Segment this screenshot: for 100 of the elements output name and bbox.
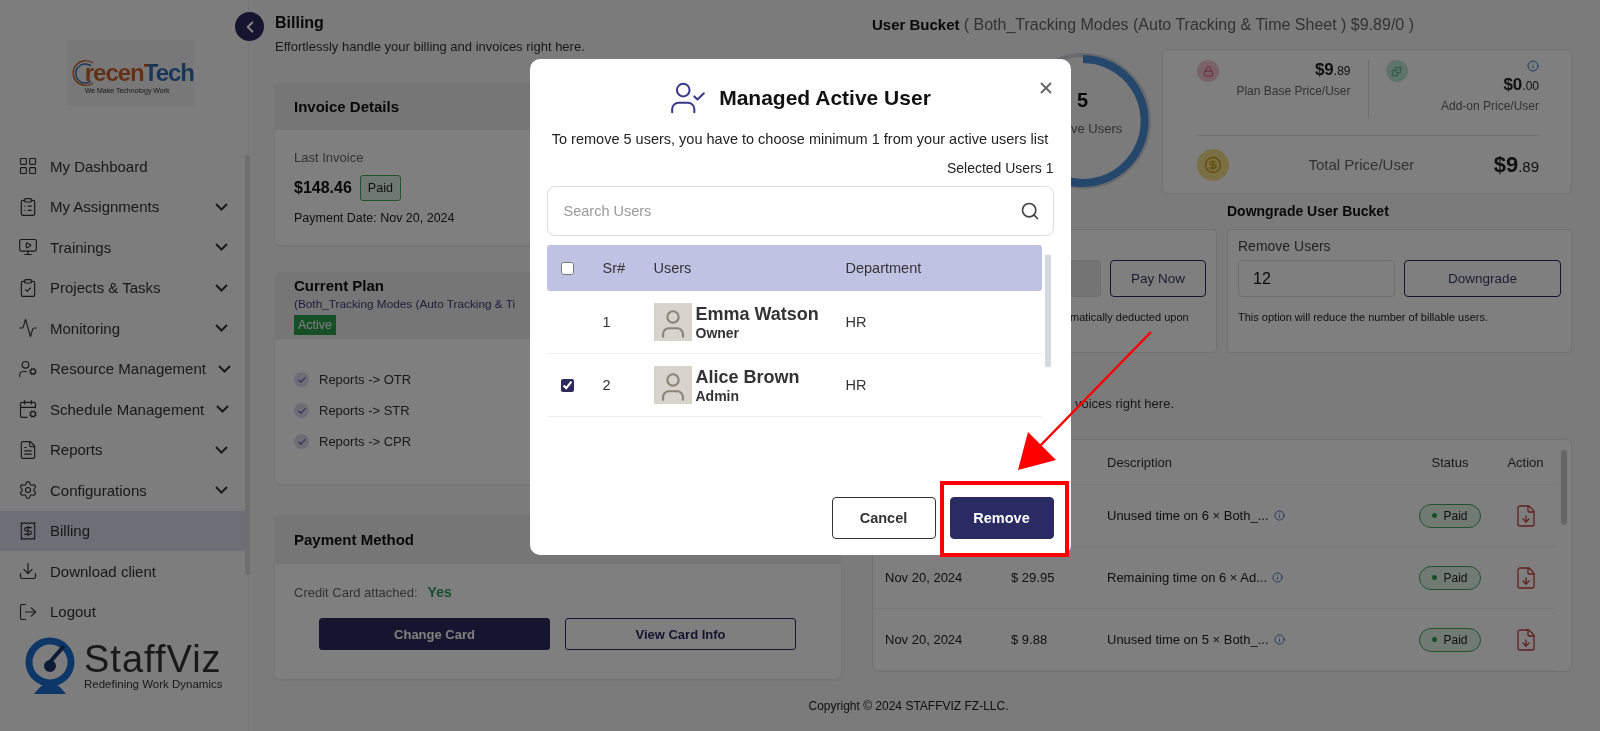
search-field[interactable]: Search Users [546, 186, 1054, 236]
remove-button[interactable]: Remove [949, 497, 1054, 539]
pay-now-button[interactable]: Pay Now [1110, 260, 1206, 297]
status-badge: Active [294, 314, 337, 335]
column-header: Sr# [602, 260, 627, 276]
base-price: $9.89 [1314, 60, 1351, 80]
info-icon [1273, 634, 1285, 645]
user-name: Emma Watson [695, 303, 819, 325]
sidebar-item-label: Projects & Tasks [50, 279, 162, 297]
base-price-label: Plan Base Price/User [1236, 84, 1351, 98]
calendar-gear-icon [18, 399, 38, 420]
sidebar-item-label: Schedule Management [50, 400, 205, 418]
date-cell-text: Nov 20, 2024 [885, 632, 964, 647]
total-price: $9.89 [1493, 151, 1539, 178]
feature-label: Reports -> CPR [319, 434, 412, 449]
description-cell: Unused time on 6 × Both_... [1107, 508, 1269, 523]
bucket-heading: User Bucket ( Both_Tracking Modes (Auto Tracking & Time Sheet ) $9.89/0 ) [872, 16, 1415, 34]
column-header: Description [1107, 454, 1174, 470]
active-users-label: ve Users [1071, 121, 1123, 136]
remove-users-field[interactable]: 12 [1238, 260, 1395, 297]
sidebar-item-label: Trainings [50, 238, 113, 256]
feature-label: Reports -> STR [319, 403, 410, 418]
department-cell-text: HR [845, 377, 868, 393]
card-title: Payment Method [294, 530, 414, 548]
sidebar-item-label: Download client [50, 562, 157, 580]
description-cell: Remaining time on 6 × Ad... [1107, 570, 1268, 585]
amount-cell-text: $ 29.95 [1011, 570, 1056, 585]
card-attached-value: Yes [427, 584, 452, 600]
select-all-checkbox[interactable] [560, 261, 574, 275]
modal-message: To remove 5 users, you have to choose minimum 1 from your active users list [550, 131, 1050, 147]
cancel-button[interactable]: Cancel [831, 497, 936, 539]
monitor-play-icon [18, 237, 38, 258]
avatar-placeholder [653, 366, 692, 404]
downgrade-button[interactable]: Downgrade [1404, 260, 1561, 297]
upgrade-note: matically deducted upon [1070, 311, 1190, 323]
column-header: Status [1430, 454, 1470, 470]
card-title: Invoice Details [294, 97, 400, 115]
info-icon [1272, 572, 1284, 583]
selected-count: Selected Users 1 [945, 160, 1054, 176]
copyright-text: Copyright © 2024 STAFFVIZ FZ-LLC. [807, 698, 1010, 715]
description-cell: Unused time on 5 × Both_... [1107, 632, 1269, 647]
user-gear-icon [18, 358, 38, 379]
gear-icon [18, 480, 38, 501]
sidebar-item[interactable]: Billing [0, 510, 246, 551]
date-cell-text: Nov 20, 2024 [885, 570, 964, 585]
invoice-amount: $148.46 [294, 179, 352, 197]
column-header: Department [845, 260, 923, 276]
row-checkbox[interactable] [560, 378, 574, 392]
status-badge: Paid [359, 175, 401, 201]
page-title: Billing [275, 14, 325, 32]
brand-name: StaffViz [84, 640, 223, 678]
sidebar-item-label: Billing [50, 522, 92, 540]
clipboard-icon [18, 196, 38, 217]
modal-title: Managed Active User [719, 86, 931, 110]
status-pill: Paid [1419, 503, 1481, 528]
receipt-icon [18, 520, 38, 541]
amount-cell-text: $ 9.88 [1011, 632, 1049, 647]
sidebar-item-label: Logout [50, 603, 97, 621]
column-header: Action [1506, 454, 1545, 470]
search-icon[interactable] [1019, 201, 1040, 221]
scrollbar-thumb[interactable] [1561, 450, 1567, 525]
addon-price: $0.00 [1503, 75, 1539, 95]
dollar-coin-icon [1197, 148, 1229, 181]
downgrade-heading: Downgrade User Bucket [1227, 203, 1390, 221]
activity-icon [18, 318, 38, 339]
logout-icon [18, 601, 38, 622]
info-icon [1273, 510, 1285, 521]
serial-number: 2 [602, 377, 612, 393]
remove-users-label: Remove Users [1238, 238, 1332, 254]
change-card-button[interactable]: Change Card [319, 618, 550, 650]
status-pill: Paid [1419, 565, 1481, 590]
sidebar-item-label: My Dashboard [50, 157, 149, 175]
sidebar-item-label: Resource Management [50, 360, 206, 378]
sidebar-item-label: My Assignments [50, 198, 161, 216]
card-attached-label: Credit Card attached: [294, 584, 418, 600]
sidebar-item-label: Monitoring [50, 319, 122, 337]
plan-name: (Both_Tracking Modes (Auto Tracking & Ti [294, 296, 516, 311]
sidebar-item[interactable]: Logout [0, 591, 246, 632]
info-icon [1527, 60, 1539, 72]
sidebar-item-label: Reports [50, 441, 104, 459]
addon-price-label: Add-on Price/User [1440, 99, 1539, 113]
column-header: Users [653, 260, 693, 276]
brand-tagline: Redefining Work Dynamics [84, 678, 223, 690]
department-cell-text: HR [845, 314, 868, 330]
page-subtitle: Effortlessly handle your billing and invoices right here. [275, 39, 586, 54]
scrollbar-thumb[interactable] [1044, 255, 1051, 367]
user-role: Owner [695, 324, 741, 341]
status-pill: Paid [1419, 627, 1481, 652]
active-user-count: 5 [1077, 89, 1089, 112]
document-icon [18, 439, 38, 460]
last-invoice-label: Last Invoice [294, 150, 365, 165]
serial-number: 1 [602, 314, 612, 330]
downgrade-note: This option will reduce the number of billable users. [1238, 311, 1490, 323]
total-price-label: Total Price/User [1307, 156, 1416, 174]
download-icon [18, 561, 38, 582]
card-title: Current Plan [294, 276, 384, 294]
sidebar-item-label: Configurations [50, 481, 148, 499]
add-users-field[interactable] [1070, 260, 1101, 297]
view-card-button[interactable]: View Card Info [565, 618, 796, 650]
user-name: Alice Brown [695, 366, 800, 388]
